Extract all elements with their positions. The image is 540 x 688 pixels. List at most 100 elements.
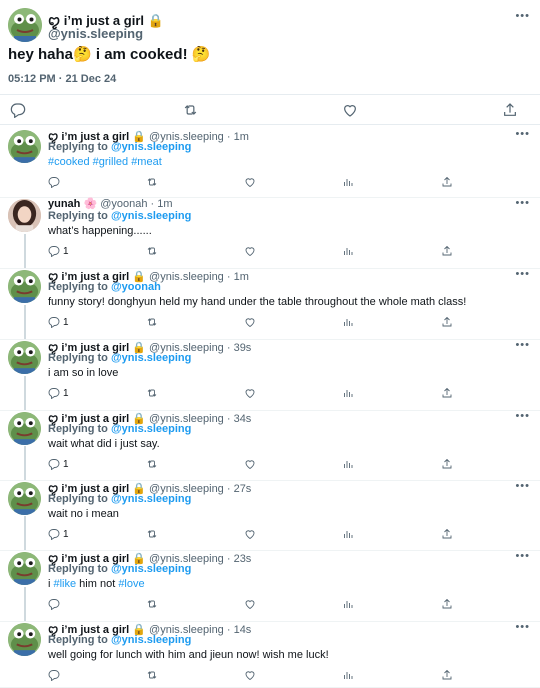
frog-avatar-icon [8, 623, 41, 656]
views-button[interactable] [342, 387, 354, 399]
views-button[interactable] [342, 528, 354, 540]
more-icon[interactable]: ••• [515, 480, 530, 492]
like-button[interactable] [244, 316, 256, 328]
hashtag-link[interactable]: #like [54, 578, 77, 590]
mention-link[interactable]: @ynis.sleeping [111, 352, 191, 364]
avatar[interactable] [8, 482, 41, 515]
share-button[interactable] [441, 176, 453, 188]
frog-avatar-icon [8, 8, 42, 42]
hashtag-link[interactable]: #grilled [93, 156, 128, 168]
views-icon [344, 319, 353, 326]
views-button[interactable] [342, 669, 354, 681]
handle-and-time[interactable]: @yoonah · 1m [97, 198, 172, 210]
like-button[interactable] [342, 102, 358, 118]
reply-tweet[interactable]: ꨄ︎ i’m just a girl 🔒 @ynis.sleeping · 39… [0, 305, 540, 411]
like-button[interactable] [244, 245, 256, 257]
more-icon[interactable]: ••• [515, 197, 530, 209]
reply-tweet[interactable]: ꨄ︎ i’m just a girl 🔒 @ynis.sleeping · 23… [0, 516, 540, 622]
like-button[interactable] [244, 598, 256, 610]
reply-button[interactable]: 1 [48, 387, 69, 399]
reply-button[interactable] [48, 176, 60, 188]
share-button[interactable] [441, 598, 453, 610]
reply-tweet[interactable]: ꨄ︎ i’m just a girl 🔒 @ynis.sleeping · 1m… [0, 128, 540, 198]
avatar[interactable] [8, 270, 41, 303]
reply-button[interactable]: 1 [48, 528, 69, 540]
reply-button[interactable]: 1 [48, 316, 69, 328]
like-icon [245, 460, 255, 470]
user-handle[interactable]: @ynis.sleeping [48, 26, 143, 41]
mention-link[interactable]: @ynis.sleeping [111, 141, 191, 153]
mention-link[interactable]: @ynis.sleeping [111, 563, 191, 575]
retweet-button[interactable] [146, 316, 158, 328]
reply-text: wait no i mean [48, 508, 119, 520]
reply-button[interactable] [10, 102, 26, 118]
retweet-icon [147, 460, 157, 468]
views-button[interactable] [342, 176, 354, 188]
reply-tweet[interactable]: ꨄ︎ i’m just a girl 🔒 @ynis.sleeping · 14… [0, 587, 540, 688]
views-button[interactable] [342, 598, 354, 610]
share-button[interactable] [441, 316, 453, 328]
reply-button[interactable] [48, 669, 60, 681]
retweet-button[interactable] [146, 598, 158, 610]
reply-button[interactable]: 1 [48, 458, 69, 470]
more-icon[interactable]: ••• [515, 10, 530, 22]
reply-tweet[interactable]: yunah 🌸 @yoonah · 1m ••• Replying to @ynis… [0, 197, 540, 269]
retweet-button[interactable] [146, 528, 158, 540]
views-button[interactable] [342, 316, 354, 328]
mention-link[interactable]: @ynis.sleeping [111, 634, 191, 646]
reply-tweet[interactable]: ꨄ︎ i’m just a girl 🔒 @ynis.sleeping · 34… [0, 376, 540, 481]
tweet-timestamp[interactable]: 05:12 PM · 21 Dec 24 [8, 73, 116, 85]
views-button[interactable] [342, 458, 354, 470]
share-icon [504, 103, 516, 116]
like-button[interactable] [244, 458, 256, 470]
avatar[interactable] [8, 341, 41, 374]
retweet-button[interactable] [146, 245, 158, 257]
hashtag-link[interactable]: #cooked [48, 156, 90, 168]
avatar[interactable] [8, 130, 41, 163]
more-icon[interactable]: ••• [515, 621, 530, 633]
share-button[interactable] [441, 245, 453, 257]
retweet-button[interactable] [146, 176, 158, 188]
frog-avatar-icon [8, 341, 41, 374]
hashtag-link[interactable]: #love [118, 578, 144, 590]
avatar[interactable] [8, 199, 41, 232]
more-icon[interactable]: ••• [515, 268, 530, 280]
share-button[interactable] [441, 528, 453, 540]
more-icon[interactable]: ••• [515, 339, 530, 351]
like-button[interactable] [244, 528, 256, 540]
reply-tweet[interactable]: ꨄ︎ i’m just a girl 🔒 @ynis.sleeping · 27… [0, 446, 540, 551]
mention-link[interactable]: @yoonah [111, 281, 161, 293]
retweet-icon [147, 178, 157, 186]
reply-actions: 1 [0, 316, 540, 330]
reply-button[interactable]: 1 [48, 245, 69, 257]
avatar[interactable] [8, 623, 41, 656]
like-button[interactable] [244, 176, 256, 188]
retweet-button[interactable] [146, 458, 158, 470]
retweet-button[interactable] [146, 669, 158, 681]
avatar[interactable] [8, 8, 42, 42]
more-icon[interactable]: ••• [515, 550, 530, 562]
avatar[interactable] [8, 412, 41, 445]
handle-and-time[interactable]: @ynis.sleeping · 1m [146, 271, 249, 283]
retweet-button[interactable] [146, 387, 158, 399]
more-icon[interactable]: ••• [515, 128, 530, 140]
share-button[interactable] [441, 387, 453, 399]
retweet-icon [147, 530, 157, 538]
retweet-button[interactable] [182, 102, 199, 118]
mention-link[interactable]: @ynis.sleeping [111, 423, 191, 435]
avatar[interactable] [8, 552, 41, 585]
share-button[interactable] [441, 669, 453, 681]
like-button[interactable] [244, 387, 256, 399]
reply-tweet[interactable]: ꨄ︎ i’m just a girl 🔒 @ynis.sleeping · 1m… [0, 234, 540, 340]
share-button[interactable] [502, 102, 518, 118]
like-icon [344, 105, 356, 117]
hashtag-link[interactable]: #meat [131, 156, 162, 168]
more-icon[interactable]: ••• [515, 410, 530, 422]
like-button[interactable] [244, 669, 256, 681]
share-button[interactable] [441, 458, 453, 470]
views-button[interactable] [342, 245, 354, 257]
mention-link[interactable]: @ynis.sleeping [111, 210, 191, 222]
display-name[interactable]: yunah 🌸 [48, 198, 97, 210]
mention-link[interactable]: @ynis.sleeping [111, 493, 191, 505]
reply-button[interactable] [48, 598, 60, 610]
